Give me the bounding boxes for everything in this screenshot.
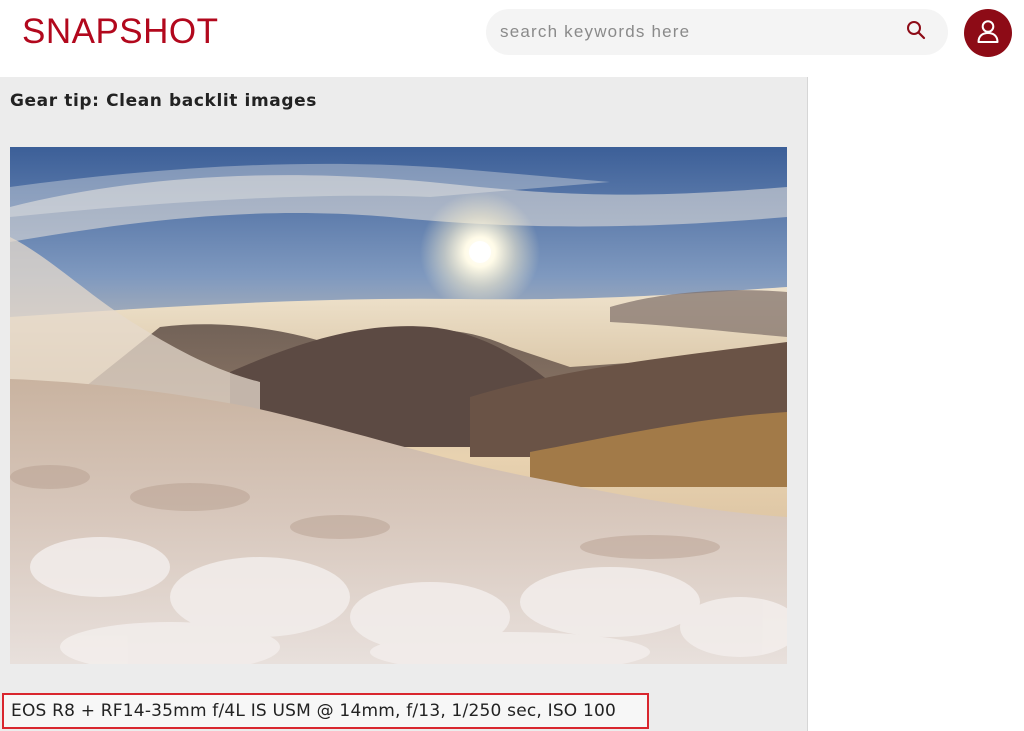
user-account-button[interactable] (964, 9, 1012, 57)
article-title: Gear tip: Clean backlit images (10, 91, 317, 111)
photo-caption: EOS R8 + RF14-35mm f/4L IS USM @ 14mm, f… (2, 693, 649, 729)
site-header: SNAPSHOT (0, 0, 1024, 64)
search-button[interactable] (904, 20, 928, 44)
article-panel: Gear tip: Clean backlit images EOS R8 + … (0, 77, 808, 731)
user-icon (975, 18, 1001, 49)
search-bar (486, 9, 948, 55)
article-photo (10, 147, 787, 664)
search-icon (906, 20, 926, 45)
search-input[interactable] (500, 9, 890, 55)
snapshot-logo[interactable]: SNAPSHOT (22, 12, 219, 52)
